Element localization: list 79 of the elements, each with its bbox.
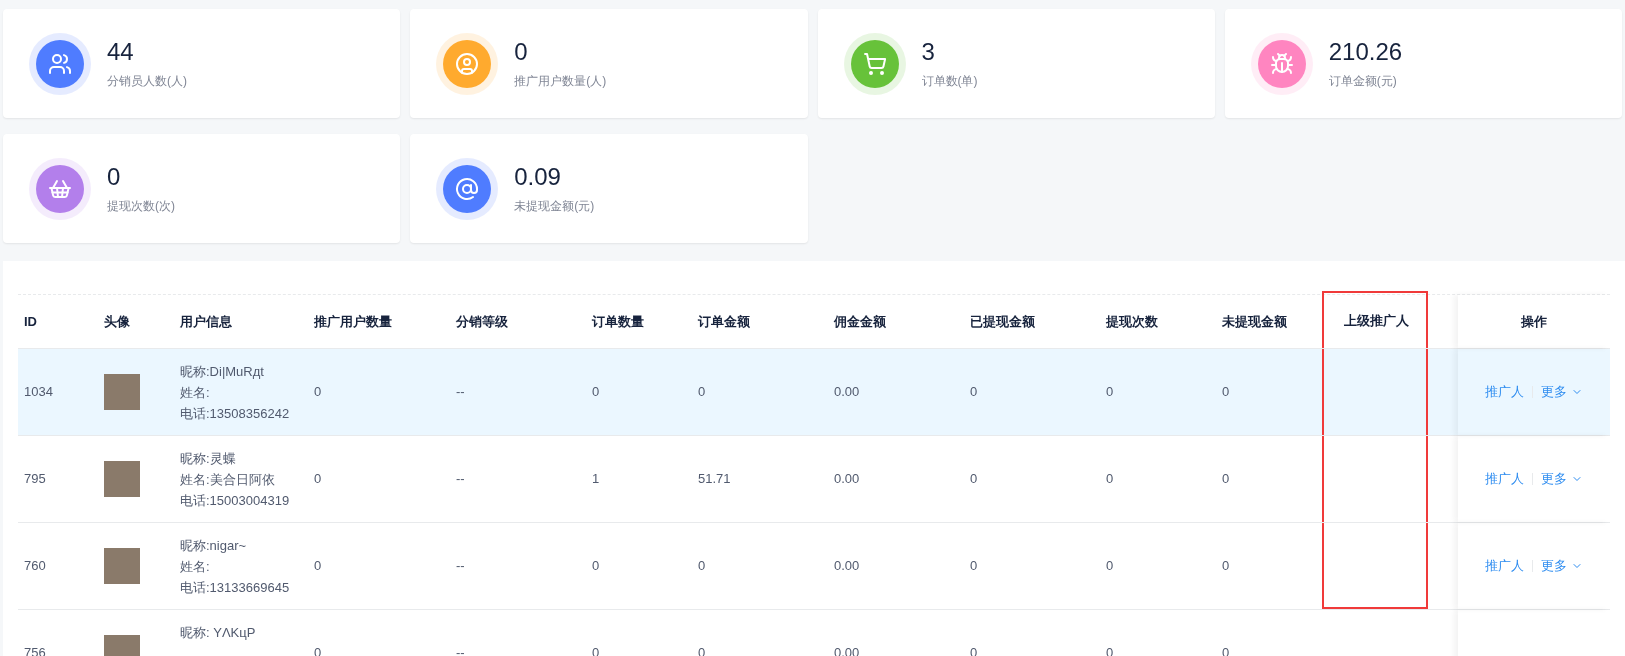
user-info-line: 电话:13508356242 — [180, 405, 291, 422]
table-row[interactable]: 1034 昵称:Di|MuRдt 姓名: 电话:13508356242 0 -- 0 0 0.00 0 0 0 推广人 更多 — [18, 349, 1610, 436]
table-cell-text: 0 — [592, 557, 600, 576]
column-header: 佣金金额 — [832, 312, 887, 331]
stat-label: 未提现金额(元) — [514, 197, 595, 215]
user-info-line: 电话:13133669645 — [180, 579, 291, 596]
table-cell-text: 0 — [314, 470, 322, 489]
table-cell-text: -- — [456, 644, 465, 656]
column-header: 分销等级 — [455, 312, 509, 331]
table-cell-text: 0 — [592, 383, 600, 402]
promoter-link[interactable]: 推广人 — [1484, 469, 1524, 489]
column-header: 提现次数 — [1105, 312, 1159, 331]
more-dropdown[interactable]: 更多 — [1540, 556, 1583, 576]
stat-value: 0.09 — [514, 162, 562, 191]
users-icon — [48, 51, 72, 76]
user-info-line: 昵称: YΛKцP — [180, 624, 257, 641]
table-cell-text: -- — [456, 557, 465, 576]
column-header: 推广用户数量 — [313, 312, 393, 331]
table-row[interactable]: 795 昵称:灵蝶 姓名:美合日阿依 电话:15003004319 0 -- 1 51.71 0.00 0 0 0 推广人 更多 — [18, 436, 1610, 523]
stat-label: 订单金额(元) — [1328, 72, 1398, 90]
column-header: 用户信息 — [179, 312, 233, 331]
table-cell-text: 0 — [1222, 470, 1230, 489]
at-sign-icon — [455, 176, 480, 201]
more-dropdown[interactable]: 更多 — [1540, 382, 1583, 402]
table-cell-text: 760 — [24, 557, 46, 576]
promoter-link[interactable]: 推广人 — [1484, 382, 1524, 402]
stat-value: 0 — [514, 37, 529, 66]
table-cell-text: 51.71 — [698, 470, 731, 489]
more-dropdown[interactable]: 更多 — [1540, 469, 1583, 489]
table-cell-text: 1034 — [24, 383, 53, 402]
photo-placeholder — [104, 548, 140, 584]
table-cell-text: 795 — [24, 470, 46, 489]
user-info-line: 昵称:Di|MuRдt — [180, 363, 265, 380]
table-cell-text: 0 — [970, 383, 978, 402]
stat-value: 44 — [107, 37, 135, 66]
user-info-line: 姓名:美合日阿依 — [180, 471, 276, 488]
table-cell-text: 0 — [698, 557, 706, 576]
table-row[interactable]: 760 昵称:nigar~ 姓名: 电话:13133669645 0 -- 0 0 0.00 0 0 0 推广人 更多 — [18, 523, 1610, 610]
promoter-link[interactable]: 推广人 — [1484, 556, 1524, 576]
user-info-line: 姓名: — [180, 558, 211, 575]
table-cell-text: 0 — [1222, 383, 1230, 402]
table-cell-text: 0 — [1106, 383, 1114, 402]
bug-icon — [1269, 51, 1294, 76]
table-cell-text: 0.00 — [834, 383, 860, 402]
stat-label: 分销员人数(人) — [107, 72, 187, 90]
table-cell-text: 0 — [314, 557, 322, 576]
table-cell-text: 0 — [1106, 557, 1114, 576]
column-header: 订单金额 — [697, 312, 751, 331]
table-cell-text: -- — [456, 470, 465, 489]
cart-icon — [862, 51, 887, 76]
table-cell-text: 1 — [592, 470, 600, 489]
stat-label: 提现次数(次) — [107, 197, 175, 215]
table-cell-text: 0 — [314, 383, 322, 402]
table-cell-text: 0 — [698, 383, 706, 402]
table-cell-text: 0.00 — [834, 557, 860, 576]
table-cell-text: 0 — [1106, 470, 1114, 489]
table-cell-text: 0.00 — [834, 470, 860, 489]
table-cell-text: 0 — [970, 557, 978, 576]
photo-placeholder — [104, 374, 140, 410]
user-info-line: 昵称:灵蝶 — [180, 450, 237, 467]
column-header: 已提现金额 — [969, 312, 1036, 331]
table-cell-text: 0 — [1222, 557, 1230, 576]
table-cell-text: 0 — [970, 470, 978, 489]
stat-label: 推广用户数量(人) — [514, 72, 607, 90]
table-cell-text: -- — [456, 383, 465, 402]
column-header: ID — [23, 312, 38, 331]
stat-label: 订单数(单) — [921, 72, 978, 90]
stat-value: 0 — [107, 162, 122, 191]
photo-placeholder — [104, 461, 140, 497]
column-header: 订单数量 — [591, 312, 645, 331]
stat-value: 210.26 — [1328, 37, 1403, 66]
user-info-line: 昵称:nigar~ — [180, 537, 248, 554]
user-icon — [455, 51, 480, 76]
stat-value: 3 — [921, 37, 936, 66]
column-header: 头像 — [103, 312, 131, 331]
column-header: 操作 — [1458, 295, 1609, 348]
user-info-line: 电话:15003004319 — [180, 492, 291, 509]
column-header: 未提现金额 — [1221, 312, 1288, 331]
user-info-line: 姓名: — [180, 384, 211, 401]
